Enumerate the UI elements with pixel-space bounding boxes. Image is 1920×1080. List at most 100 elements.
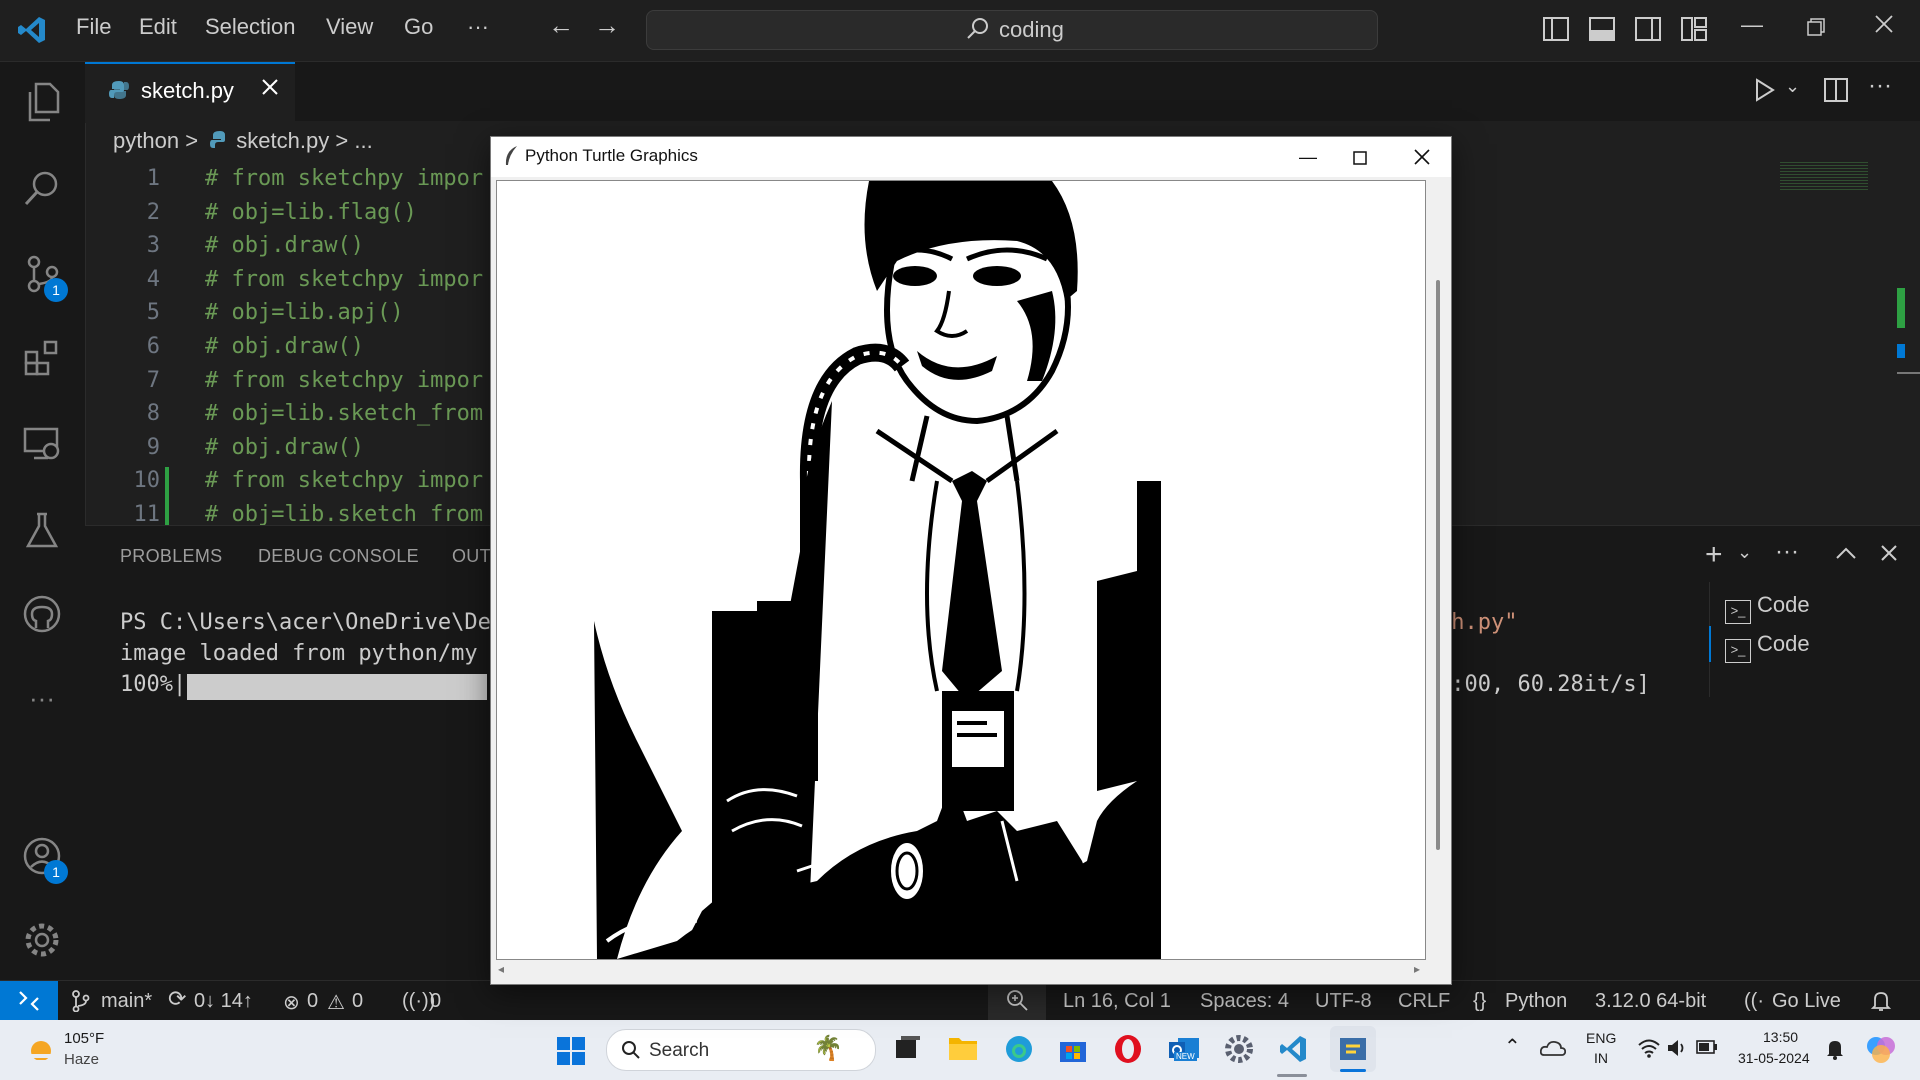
zoom-indicator[interactable]: [988, 981, 1046, 1021]
forward-arrow-icon[interactable]: →: [594, 10, 620, 41]
github-icon[interactable]: [18, 590, 66, 638]
windows-start-icon[interactable]: [557, 1037, 585, 1070]
opera-browser-icon[interactable]: [1113, 1034, 1143, 1069]
microsoft-store-icon[interactable]: [1058, 1034, 1088, 1069]
code-line[interactable]: # from sketchpy impor: [205, 368, 483, 393]
breadcrumb-folder[interactable]: python: [113, 128, 179, 153]
weather-sun-icon[interactable]: [24, 1034, 58, 1073]
toggle-primary-sidebar-icon[interactable]: [1543, 17, 1569, 46]
error-count[interactable]: 0: [307, 990, 318, 1013]
python-turtle-taskbar-button[interactable]: [1330, 1026, 1376, 1072]
turtle-maximize-icon[interactable]: [1353, 151, 1367, 170]
outlook-new-icon[interactable]: NEW: [1168, 1034, 1200, 1069]
panel-more-actions-icon[interactable]: ···: [1775, 538, 1799, 566]
wifi-icon[interactable]: [1638, 1038, 1660, 1063]
run-python-file-icon[interactable]: [1754, 78, 1776, 107]
terminal-list-item[interactable]: >_ Code: [1725, 592, 1810, 624]
menu-view[interactable]: View: [326, 14, 373, 40]
menu-more[interactable]: ···: [467, 14, 489, 40]
language-mode[interactable]: Python: [1505, 990, 1567, 1013]
menu-edit[interactable]: Edit: [139, 14, 177, 40]
tab-problems[interactable]: PROBLEMS: [120, 546, 222, 567]
code-line[interactable]: # obj.draw(): [205, 233, 364, 258]
testing-icon[interactable]: [18, 506, 66, 554]
restore-icon[interactable]: [1807, 18, 1825, 41]
tab-close-icon[interactable]: [261, 78, 279, 101]
notifications-bell-icon[interactable]: [1825, 1038, 1845, 1065]
minimize-icon[interactable]: —: [1741, 12, 1763, 38]
tab-output[interactable]: OUT: [452, 546, 491, 567]
menu-selection[interactable]: Selection: [205, 14, 296, 40]
turtle-minimize-icon[interactable]: —: [1299, 147, 1317, 168]
terminal-dropdown-chevron-icon[interactable]: ⌄: [1737, 542, 1752, 563]
search-icon[interactable]: [18, 164, 66, 212]
remote-explorer-icon[interactable]: [18, 420, 66, 468]
weather-temperature[interactable]: 105°F: [64, 1030, 104, 1047]
scroll-right-icon[interactable]: ▸: [1414, 962, 1420, 976]
clock-time[interactable]: 13:50: [1763, 1029, 1798, 1045]
show-hidden-icons-chevron-icon[interactable]: ⌃: [1504, 1034, 1521, 1059]
git-sync-status[interactable]: 0↓ 14↑: [194, 990, 253, 1013]
toggle-secondary-sidebar-icon[interactable]: [1635, 17, 1661, 46]
taskbar-search-box[interactable]: Search 🌴: [606, 1029, 876, 1071]
extensions-icon[interactable]: [18, 334, 66, 382]
new-terminal-icon[interactable]: +: [1705, 538, 1723, 572]
settings-gear-icon[interactable]: [18, 916, 66, 964]
terminal-list-item[interactable]: >_ Code: [1725, 631, 1810, 663]
breadcrumb-file[interactable]: sketch.py: [236, 128, 329, 153]
code-line[interactable]: # obj=lib.flag(): [205, 200, 417, 225]
breadcrumb-symbol[interactable]: ...: [354, 128, 372, 153]
source-control-icon[interactable]: 1: [18, 250, 68, 302]
edge-browser-icon[interactable]: [1004, 1034, 1034, 1069]
turtle-window-titlebar[interactable]: Python Turtle Graphics —: [491, 137, 1451, 177]
input-region[interactable]: IN: [1594, 1050, 1608, 1066]
toggle-panel-icon[interactable]: [1589, 17, 1615, 46]
menu-file[interactable]: File: [76, 14, 111, 40]
accounts-icon[interactable]: 1: [18, 832, 68, 884]
volume-icon[interactable]: [1666, 1037, 1688, 1064]
notifications-bell-icon[interactable]: [1870, 990, 1892, 1018]
indentation[interactable]: Spaces: 4: [1200, 990, 1289, 1013]
split-editor-icon[interactable]: [1824, 78, 1848, 107]
end-of-line[interactable]: CRLF: [1398, 990, 1450, 1013]
clock-date[interactable]: 31-05-2024: [1738, 1050, 1810, 1066]
code-line[interactable]: # obj=lib.sketch from: [205, 502, 483, 527]
customize-layout-icon[interactable]: [1681, 17, 1707, 46]
code-line[interactable]: # obj=lib.sketch_from: [205, 401, 483, 426]
menu-go[interactable]: Go: [404, 14, 433, 40]
code-line[interactable]: # obj=lib.apj(): [205, 300, 404, 325]
weather-description[interactable]: Haze: [64, 1051, 99, 1068]
ports-count[interactable]: 0: [430, 990, 441, 1013]
command-center[interactable]: coding: [646, 10, 1378, 50]
file-explorer-icon[interactable]: [948, 1034, 978, 1067]
maximize-panel-chevron-up-icon[interactable]: [1835, 546, 1857, 565]
tab-debug-console[interactable]: DEBUG CONSOLE: [258, 546, 419, 567]
code-line[interactable]: # from sketchpy impor: [205, 468, 483, 493]
close-icon[interactable]: [1874, 14, 1894, 39]
turtle-vertical-scrollbar[interactable]: [1431, 180, 1445, 958]
explorer-icon[interactable]: [18, 78, 66, 126]
tab-sketch-py[interactable]: sketch.py: [85, 62, 295, 123]
encoding[interactable]: UTF-8: [1315, 990, 1372, 1013]
copilot-icon[interactable]: [1864, 1032, 1898, 1071]
vscode-taskbar-icon[interactable]: [1278, 1034, 1308, 1069]
go-live-button[interactable]: Go Live: [1772, 990, 1841, 1013]
code-line[interactable]: # from sketchpy impor: [205, 166, 483, 191]
turtle-close-icon[interactable]: [1414, 149, 1430, 170]
input-language[interactable]: ENG: [1586, 1030, 1616, 1046]
run-dropdown-chevron-icon[interactable]: ⌄: [1785, 76, 1800, 97]
editor-more-actions-icon[interactable]: ···: [1868, 72, 1892, 100]
more-views-icon[interactable]: ···: [18, 674, 66, 722]
settings-gear-icon[interactable]: [1224, 1034, 1254, 1069]
close-panel-icon[interactable]: [1880, 544, 1898, 567]
git-branch-name[interactable]: main*: [101, 990, 152, 1013]
code-line[interactable]: # obj.draw(): [205, 435, 364, 460]
turtle-horizontal-scrollbar[interactable]: ◂ ▸: [496, 961, 1431, 979]
back-arrow-icon[interactable]: ←: [548, 10, 574, 41]
code-line[interactable]: # obj.draw(): [205, 334, 364, 359]
scroll-left-icon[interactable]: ◂: [498, 962, 504, 976]
warning-count[interactable]: 0: [352, 990, 363, 1013]
battery-icon[interactable]: [1696, 1040, 1718, 1059]
code-line[interactable]: # from sketchpy impor: [205, 267, 483, 292]
scroll-thumb[interactable]: [1436, 280, 1440, 850]
